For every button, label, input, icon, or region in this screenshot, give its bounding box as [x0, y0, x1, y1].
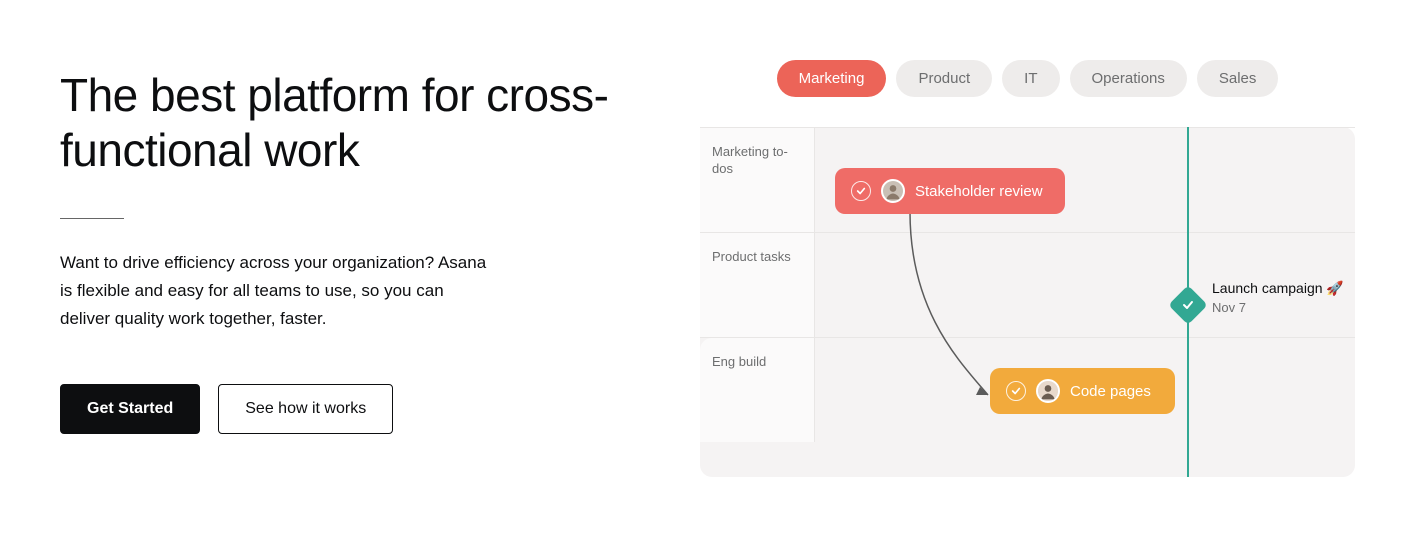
task-stakeholder-review[interactable]: Stakeholder review [835, 168, 1065, 214]
tab-sales[interactable]: Sales [1197, 60, 1279, 97]
lane-label: Eng build [700, 338, 815, 442]
lane-label: Product tasks [700, 233, 815, 337]
milestone-label: Launch campaign 🚀 Nov 7 [1212, 279, 1344, 317]
hero-body: Want to drive efficiency across your org… [60, 249, 490, 333]
check-circle-icon [851, 181, 871, 201]
tab-operations[interactable]: Operations [1070, 60, 1187, 97]
task-label: Code pages [1070, 383, 1151, 400]
lane-label: Marketing to-dos [700, 128, 815, 232]
milestone-date: Nov 7 [1212, 299, 1344, 317]
lane-eng: Eng build Code pages [700, 337, 1355, 442]
tab-it[interactable]: IT [1002, 60, 1059, 97]
divider [60, 218, 124, 219]
timeline-card: Marketing to-dos Stakeholder review Prod… [700, 127, 1355, 477]
task-label: Stakeholder review [915, 183, 1043, 200]
lane-marketing: Marketing to-dos Stakeholder review [700, 127, 1355, 232]
milestone-title: Launch campaign 🚀 [1212, 279, 1344, 299]
task-code-pages[interactable]: Code pages [990, 368, 1175, 414]
see-how-it-works-button[interactable]: See how it works [218, 384, 393, 434]
hero-headline: The best platform for cross-functional w… [60, 68, 660, 178]
tab-list: Marketing Product IT Operations Sales [700, 60, 1355, 97]
tab-marketing[interactable]: Marketing [777, 60, 887, 97]
check-circle-icon [1006, 381, 1026, 401]
avatar [1036, 379, 1060, 403]
avatar [881, 179, 905, 203]
tab-product[interactable]: Product [896, 60, 992, 97]
get-started-button[interactable]: Get Started [60, 384, 200, 434]
